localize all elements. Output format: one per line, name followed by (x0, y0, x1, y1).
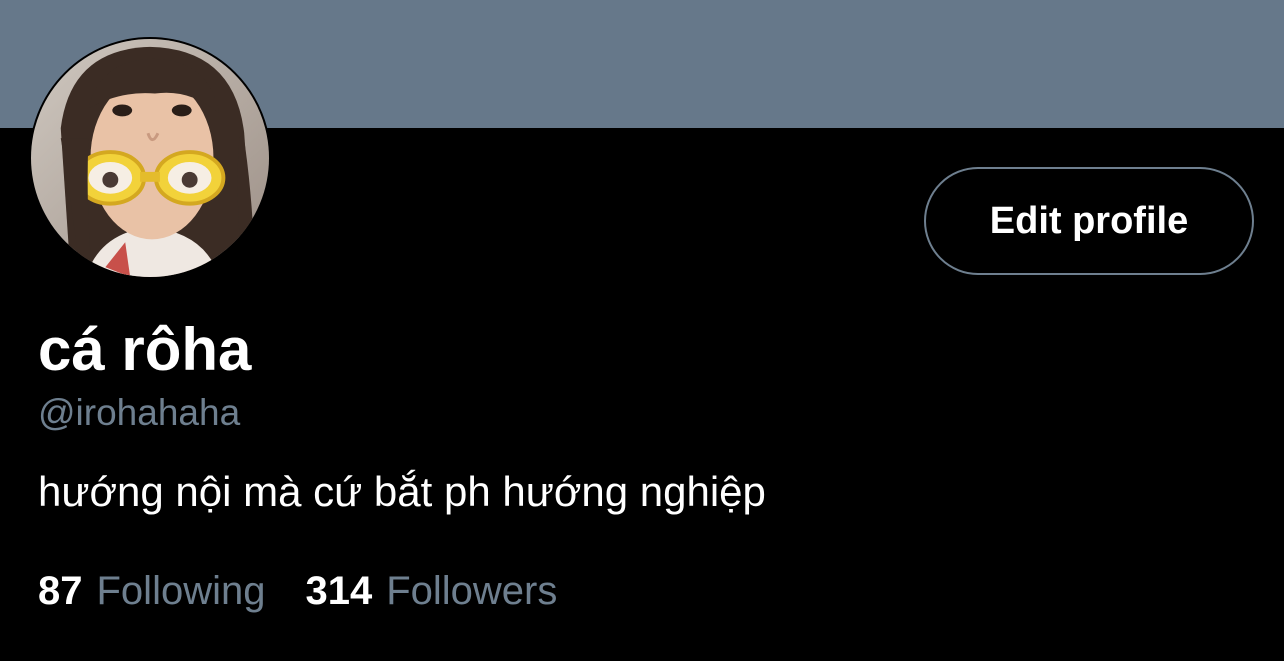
followers-label: Followers (386, 569, 558, 613)
profile-bio: hướng nội mà cứ bắt ph hướng nghiệp (38, 468, 766, 515)
following-count: 87 (38, 569, 83, 613)
following-label: Following (96, 569, 266, 613)
followers-count: 314 (305, 569, 373, 613)
edit-profile-button[interactable]: Edit profile (924, 167, 1254, 275)
avatar-photo (31, 39, 269, 277)
profile-page: Edit profile cá rôha @irohahaha hướng nộ… (0, 0, 1284, 661)
following-link[interactable]: 87 Following (38, 567, 265, 615)
avatar[interactable] (29, 37, 271, 279)
profile-stats: 87 Following 314 Followers (38, 567, 557, 615)
followers-link[interactable]: 314 Followers (305, 567, 557, 615)
username-handle: @irohahaha (38, 392, 241, 433)
display-name: cá rôha (38, 316, 252, 383)
